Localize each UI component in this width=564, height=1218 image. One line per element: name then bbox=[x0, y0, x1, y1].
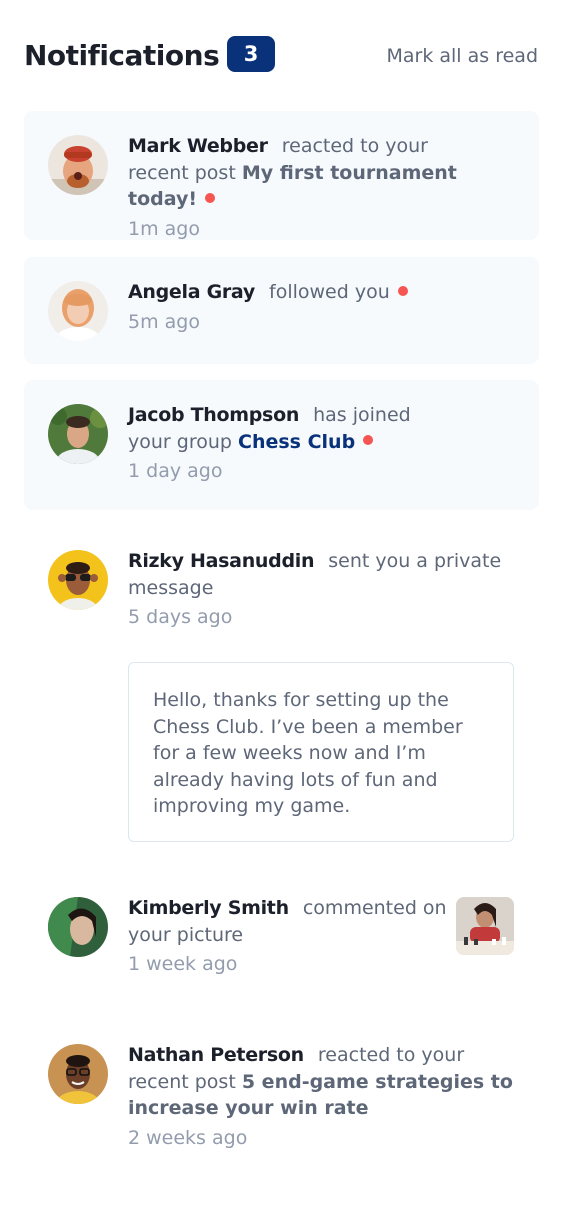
avatar[interactable] bbox=[48, 281, 108, 341]
unread-dot bbox=[363, 435, 374, 445]
avatar[interactable] bbox=[48, 1044, 108, 1104]
unread-count-badge: 3 bbox=[227, 36, 275, 72]
notification-item[interactable]: Jacob Thompson has joined your group Che… bbox=[24, 380, 539, 510]
notifications-page: Notifications 3 Mark all as read Mark We… bbox=[0, 0, 564, 1218]
notification-content: Angela Gray followed you 5m ago bbox=[128, 279, 513, 335]
user-name[interactable]: Nathan Peterson bbox=[128, 1044, 304, 1066]
avatar[interactable] bbox=[48, 897, 108, 957]
notification-time: 1m ago bbox=[128, 217, 200, 240]
notification-content: Mark Webber reacted to your recent post … bbox=[128, 133, 458, 242]
notification-content: Rizky Hasanuddin sent you a private mess… bbox=[128, 548, 513, 631]
unread-dot bbox=[205, 192, 216, 203]
user-name[interactable]: Mark Webber bbox=[128, 135, 268, 157]
notification-item[interactable]: Angela Gray followed you 5m ago bbox=[24, 257, 539, 364]
user-name[interactable]: Jacob Thompson bbox=[128, 404, 299, 426]
notification-item[interactable]: Kimberly Smith commented on your picture… bbox=[24, 873, 539, 993]
notification-time: 1 week ago bbox=[128, 953, 238, 975]
mark-all-as-read-button[interactable]: Mark all as read bbox=[387, 42, 539, 70]
user-name[interactable]: Angela Gray bbox=[128, 281, 255, 303]
avatar[interactable] bbox=[48, 404, 108, 464]
notification-item[interactable]: Nathan Peterson reacted to your recent p… bbox=[24, 1020, 539, 1165]
commented-picture-thumbnail[interactable] bbox=[456, 897, 514, 955]
notification-action: followed you bbox=[269, 281, 390, 303]
page-title: Notifications bbox=[24, 39, 220, 72]
notification-item[interactable]: Mark Webber reacted to your recent post … bbox=[24, 111, 539, 240]
avatar[interactable] bbox=[48, 550, 108, 610]
unread-dot bbox=[397, 285, 408, 296]
private-message[interactable]: Hello, thanks for setting up the Chess C… bbox=[128, 662, 514, 842]
header: Notifications 3 Mark all as read bbox=[24, 34, 540, 78]
notification-content: Nathan Peterson reacted to your recent p… bbox=[128, 1042, 513, 1151]
notification-content: Kimberly Smith commented on your picture… bbox=[128, 895, 458, 978]
notification-item[interactable]: Rizky Hasanuddin sent you a private mess… bbox=[24, 526, 539, 846]
notification-time: 2 weeks ago bbox=[128, 1126, 248, 1149]
notification-content: Jacob Thompson has joined your group Che… bbox=[128, 402, 458, 485]
group-link[interactable]: Chess Club bbox=[238, 431, 355, 453]
user-name[interactable]: Rizky Hasanuddin bbox=[128, 550, 314, 572]
avatar[interactable] bbox=[48, 135, 108, 195]
notification-time: 5 days ago bbox=[128, 606, 233, 628]
user-name[interactable]: Kimberly Smith bbox=[128, 897, 289, 919]
notification-time: 1 day ago bbox=[128, 460, 223, 482]
notification-time: 5m ago bbox=[128, 310, 200, 333]
